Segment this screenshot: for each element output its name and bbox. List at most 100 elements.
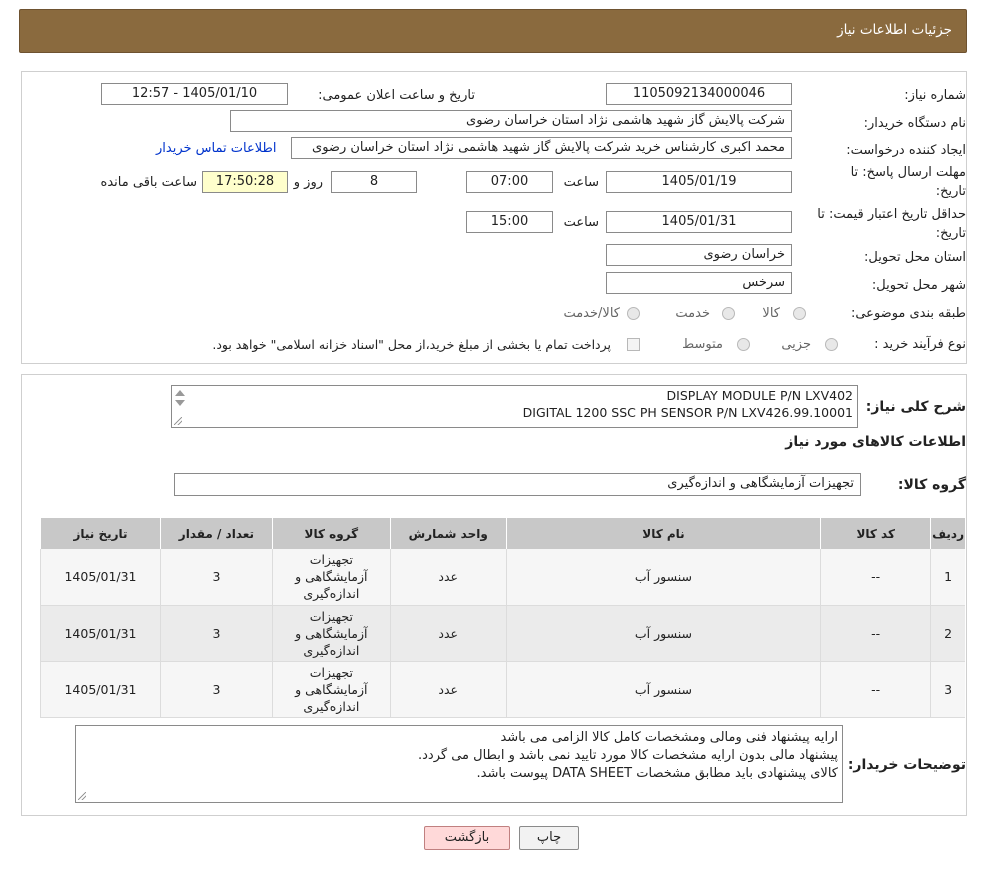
- back-button[interactable]: بازگشت: [424, 826, 510, 850]
- cell-row: 2: [930, 605, 965, 662]
- col-qty: تعداد / مقدار: [159, 518, 273, 549]
- validity-label: حداقل تاریخ اعتبار قیمت: تا: [817, 207, 966, 222]
- buyer-notes-line-3: کالای پیشنهادی باید مطابق مشخصات DATA SH…: [476, 766, 838, 781]
- cell-date: 1405/01/31: [40, 661, 161, 718]
- buyer-org-label: نام دستگاه خریدار:: [863, 116, 966, 131]
- page-title: جزئیات اطلاعات نیاز: [837, 22, 952, 38]
- validity-date-field: 1405/01/31: [606, 211, 792, 233]
- cell-code: --: [820, 605, 931, 662]
- treasury-payment-checkbox[interactable]: [627, 338, 640, 351]
- remaining-time-field: 17:50:28: [202, 171, 288, 193]
- cell-group-line: تجهیزات: [309, 608, 353, 624]
- category-option-goods-service: کالا/خدمت: [563, 306, 620, 321]
- buyer-contact-link[interactable]: اطلاعات تماس خریدار: [156, 141, 276, 156]
- cell-group-line: تجهیزات: [309, 664, 353, 680]
- cell-group-line: اندازه‌گیری: [303, 586, 360, 602]
- treasury-payment-note: پرداخت تمام یا بخشی از مبلغ خرید،از محل …: [212, 337, 611, 352]
- buyer-notes-line-2: پیشنهاد مالی بدون ارایه مشخصات کالا مورد…: [418, 748, 838, 763]
- goods-section-title: اطلاعات کالاهای مورد نیاز: [785, 434, 966, 450]
- col-group: گروه کالا: [271, 518, 391, 549]
- cell-name: سنسور آب: [505, 549, 821, 606]
- category-option-goods: کالا: [762, 306, 780, 321]
- cell-group-line: آزمایشگاهی و: [295, 681, 368, 697]
- page-header: جزئیات اطلاعات نیاز: [19, 9, 967, 53]
- province-field: خراسان رضوی: [606, 244, 792, 266]
- cell-qty: 3: [159, 605, 273, 662]
- cell-group-line: آزمایشگاهی و: [295, 569, 368, 585]
- cell-unit: عدد: [389, 605, 507, 662]
- cell-code: --: [820, 661, 931, 718]
- buyer-notes-line-1: ارایه پیشنهاد فنی ومالی ومشخصات کامل کال…: [500, 730, 838, 745]
- summary-line-1: DISPLAY MODULE P/N LXV402: [666, 388, 853, 403]
- requester-field: محمد اکبری کارشناس خرید شرکت پالایش گاز …: [291, 137, 792, 159]
- buyer-notes-textarea[interactable]: ارایه پیشنهاد فنی ومالی ومشخصات کامل کال…: [75, 725, 843, 803]
- col-name: نام کالا: [505, 518, 821, 549]
- category-label: طبقه بندی موضوعی:: [850, 306, 966, 321]
- deadline-time-label: ساعت: [563, 175, 599, 190]
- scroll-up-icon[interactable]: [175, 390, 185, 396]
- process-radio-minor[interactable]: [825, 338, 838, 351]
- cell-group: تجهیزات آزمایشگاهی و اندازه‌گیری: [271, 661, 391, 718]
- buyer-notes-label: توضیحات خریدار:: [847, 757, 966, 773]
- category-radio-goods[interactable]: [793, 307, 806, 320]
- cell-group-line: اندازه‌گیری: [303, 642, 360, 658]
- cell-code: --: [820, 549, 931, 606]
- requester-label: ایجاد کننده درخواست:: [846, 143, 966, 158]
- process-option-medium: متوسط: [682, 337, 723, 352]
- cell-group: تجهیزات آزمایشگاهی و اندازه‌گیری: [271, 605, 391, 662]
- col-unit: واحد شمارش: [389, 518, 507, 549]
- table-row: 1 -- سنسور آب عدد تجهیزات آزمایشگاهی و اند…: [40, 549, 965, 606]
- cell-group-line: اندازه‌گیری: [303, 698, 360, 714]
- resize-grip-icon[interactable]: [174, 417, 182, 425]
- process-type-label: نوع فرآیند خرید :: [874, 337, 966, 352]
- cell-group: تجهیزات آزمایشگاهی و اندازه‌گیری: [271, 549, 391, 606]
- days-count-field: 8: [331, 171, 417, 193]
- col-row: ردیف: [930, 518, 965, 549]
- deadline-time-field: 07:00: [466, 171, 553, 193]
- table-row: 2 -- سنسور آب عدد تجهیزات آزمایشگاهی و اند…: [40, 605, 965, 662]
- print-button[interactable]: چاپ: [519, 826, 579, 850]
- cell-row: 1: [930, 549, 965, 606]
- days-label: روز و: [293, 175, 323, 190]
- summary-textarea[interactable]: DISPLAY MODULE P/N LXV402 DIGITAL 1200 S…: [171, 385, 858, 428]
- deadline-label-date: تاریخ:: [935, 184, 966, 199]
- province-label: استان محل تحویل:: [864, 250, 966, 265]
- cell-qty: 3: [159, 661, 273, 718]
- col-code: کد کالا: [820, 518, 931, 549]
- deadline-label: مهلت ارسال پاسخ: تا: [850, 165, 966, 180]
- goods-group-label: گروه کالا:: [897, 477, 966, 493]
- summary-label: شرح کلی نیاز:: [865, 399, 966, 415]
- cell-date: 1405/01/31: [40, 549, 161, 606]
- cell-group-line: آزمایشگاهی و: [295, 625, 368, 641]
- remaining-time-label: ساعت باقی مانده: [100, 175, 197, 190]
- table-row: 3 -- سنسور آب عدد تجهیزات آزمایشگاهی و اند…: [40, 661, 965, 718]
- col-date: تاریخ نیاز: [40, 518, 161, 549]
- need-number-label: شماره نیاز:: [904, 88, 966, 103]
- goods-group-field: تجهیزات آزمایشگاهی و اندازه‌گیری: [174, 473, 861, 496]
- process-radio-medium[interactable]: [737, 338, 750, 351]
- cell-name: سنسور آب: [505, 605, 821, 662]
- category-option-service: خدمت: [675, 306, 710, 321]
- need-number-field: 1105092134000046: [606, 83, 792, 105]
- category-radio-service[interactable]: [722, 307, 735, 320]
- city-field: سرخس: [606, 272, 792, 294]
- city-label: شهر محل تحویل:: [871, 278, 966, 293]
- validity-time-field: 15:00: [466, 211, 553, 233]
- announce-date-field: 1405/01/10 - 12:57: [101, 83, 288, 105]
- cell-row: 3: [930, 661, 965, 718]
- announce-date-label: تاریخ و ساعت اعلان عمومی:: [318, 88, 475, 103]
- goods-table: ردیف کد کالا نام کالا واحد شمارش گروه کا…: [40, 518, 965, 718]
- summary-line-2: DIGITAL 1200 SSC PH SENSOR P/N LXV426.99…: [522, 405, 853, 420]
- cell-unit: عدد: [389, 661, 507, 718]
- category-radio-goods-service[interactable]: [627, 307, 640, 320]
- cell-date: 1405/01/31: [40, 605, 161, 662]
- scroll-down-icon[interactable]: [175, 400, 185, 406]
- process-option-minor: جزیی: [781, 337, 811, 352]
- cell-unit: عدد: [389, 549, 507, 606]
- resize-grip-icon[interactable]: [78, 792, 86, 800]
- cell-name: سنسور آب: [505, 661, 821, 718]
- buyer-org-field: شرکت پالایش گاز شهید هاشمی نژاد استان خر…: [230, 110, 792, 132]
- validity-label-date: تاریخ:: [935, 226, 966, 241]
- deadline-date-field: 1405/01/19: [606, 171, 792, 193]
- validity-time-label: ساعت: [563, 215, 599, 230]
